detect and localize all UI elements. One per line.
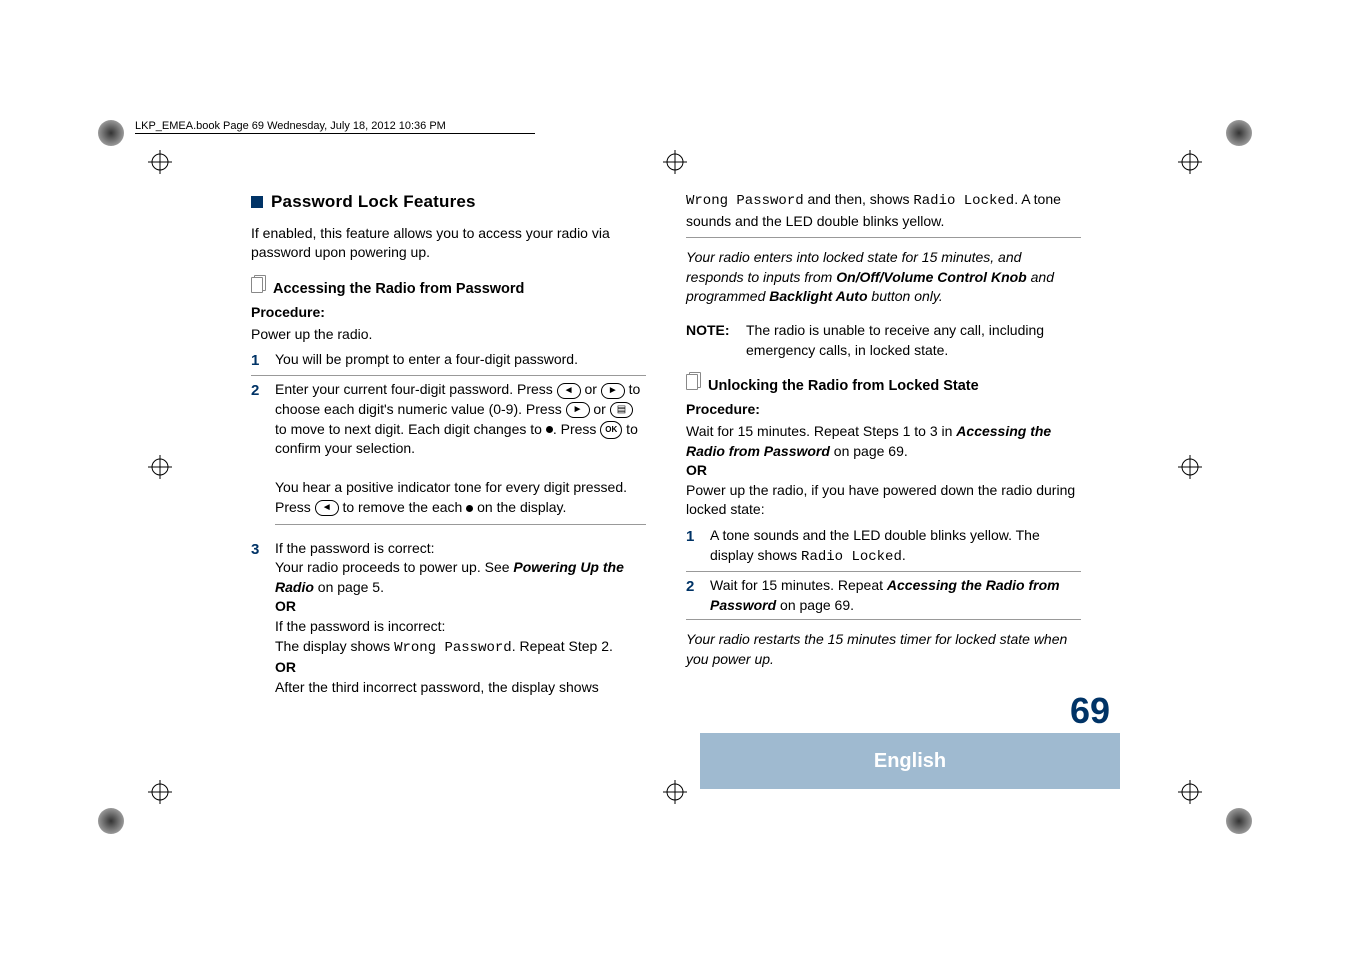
step-number: 1 xyxy=(251,350,263,371)
right-button-icon: ► xyxy=(601,383,625,399)
print-mark-icon xyxy=(1226,808,1252,834)
crosshair-icon xyxy=(148,150,172,174)
restart-note: Your radio restarts the 15 minutes timer… xyxy=(686,630,1081,669)
step-text: Wait for 15 minutes. Repeat Accessing th… xyxy=(710,576,1081,615)
note-block: NOTE: The radio is unable to receive any… xyxy=(686,321,1081,360)
step-text: You will be prompt to enter a four-digit… xyxy=(275,350,646,371)
step-number: 2 xyxy=(686,576,698,615)
continued-text: Wrong Password and then, shows Radio Loc… xyxy=(686,190,1081,238)
language-label: English xyxy=(874,750,946,773)
menu-button-icon: ▤ xyxy=(610,402,633,418)
procedure-icon xyxy=(686,374,700,390)
crosshair-icon xyxy=(1178,150,1202,174)
dot-icon xyxy=(546,426,553,433)
page-content: Password Lock Features If enabled, this … xyxy=(251,190,1081,705)
crosshair-icon xyxy=(663,150,687,174)
step-2: 2 Wait for 15 minutes. Repeat Accessing … xyxy=(686,576,1081,620)
procedure-intro: Power up the radio. xyxy=(251,325,646,345)
print-mark-icon xyxy=(1226,120,1252,146)
display-text: Wrong Password xyxy=(394,640,512,656)
section-header: Password Lock Features xyxy=(251,190,646,214)
procedure-icon xyxy=(251,277,265,293)
right-button-icon: ► xyxy=(566,402,590,418)
procedure-steps: 1 A tone sounds and the LED double blink… xyxy=(686,526,1081,620)
step-number: 2 xyxy=(251,380,263,530)
crosshair-icon xyxy=(1178,455,1202,479)
procedure-steps: 1 You will be prompt to enter a four-dig… xyxy=(251,350,646,701)
left-button-icon: ◄ xyxy=(557,383,581,399)
subsection-header: Unlocking the Radio from Locked State xyxy=(686,374,1081,396)
crosshair-icon xyxy=(148,780,172,804)
print-mark-icon xyxy=(98,120,124,146)
procedure-label: Procedure: xyxy=(251,303,646,323)
square-bullet-icon xyxy=(251,196,263,208)
procedure-label: Procedure: xyxy=(686,400,1081,420)
step-number: 3 xyxy=(251,539,263,698)
subsection-title: Unlocking the Radio from Locked State xyxy=(708,376,979,396)
locked-state-note: Your radio enters into locked state for … xyxy=(686,248,1081,307)
subsection-title: Accessing the Radio from Password xyxy=(273,279,524,299)
subsection-header: Accessing the Radio from Password xyxy=(251,277,646,299)
step-1: 1 You will be prompt to enter a four-dig… xyxy=(251,350,646,376)
left-column: Password Lock Features If enabled, this … xyxy=(251,190,646,705)
divider xyxy=(275,524,646,525)
display-text: Radio Locked xyxy=(913,193,1014,209)
note-text: The radio is unable to receive any call,… xyxy=(746,321,1081,360)
section-title: Password Lock Features xyxy=(271,190,476,214)
crosshair-icon xyxy=(148,455,172,479)
step-3: 3 If the password is correct: Your radio… xyxy=(251,539,646,702)
procedure-text: Wait for 15 minutes. Repeat Steps 1 to 3… xyxy=(686,422,1081,461)
left-button-icon: ◄ xyxy=(315,500,339,516)
display-text: Wrong Password xyxy=(686,193,804,209)
ok-button-icon: OK xyxy=(600,421,622,439)
step-text: Enter your current four-digit password. … xyxy=(275,380,646,530)
step-text: A tone sounds and the LED double blinks … xyxy=(710,526,1081,567)
step-2: 2 Enter your current four-digit password… xyxy=(251,380,646,534)
right-column: Wrong Password and then, shows Radio Loc… xyxy=(686,190,1081,705)
step-number: 1 xyxy=(686,526,698,567)
or-label: OR xyxy=(275,659,296,675)
crosshair-icon xyxy=(1178,780,1202,804)
procedure-text: Power up the radio, if you have powered … xyxy=(686,481,1081,520)
step-text: If the password is correct: Your radio p… xyxy=(275,539,646,698)
or-label: OR xyxy=(275,598,296,614)
step-1: 1 A tone sounds and the LED double blink… xyxy=(686,526,1081,572)
crosshair-icon xyxy=(663,780,687,804)
page-number: 69 xyxy=(1070,690,1110,732)
print-mark-icon xyxy=(98,808,124,834)
file-header: LKP_EMEA.book Page 69 Wednesday, July 18… xyxy=(135,120,535,134)
note-label: NOTE: xyxy=(686,321,736,360)
language-footer: English xyxy=(700,733,1120,789)
or-label: OR xyxy=(686,461,1081,481)
intro-paragraph: If enabled, this feature allows you to a… xyxy=(251,224,646,263)
display-text: Radio Locked xyxy=(801,549,902,565)
